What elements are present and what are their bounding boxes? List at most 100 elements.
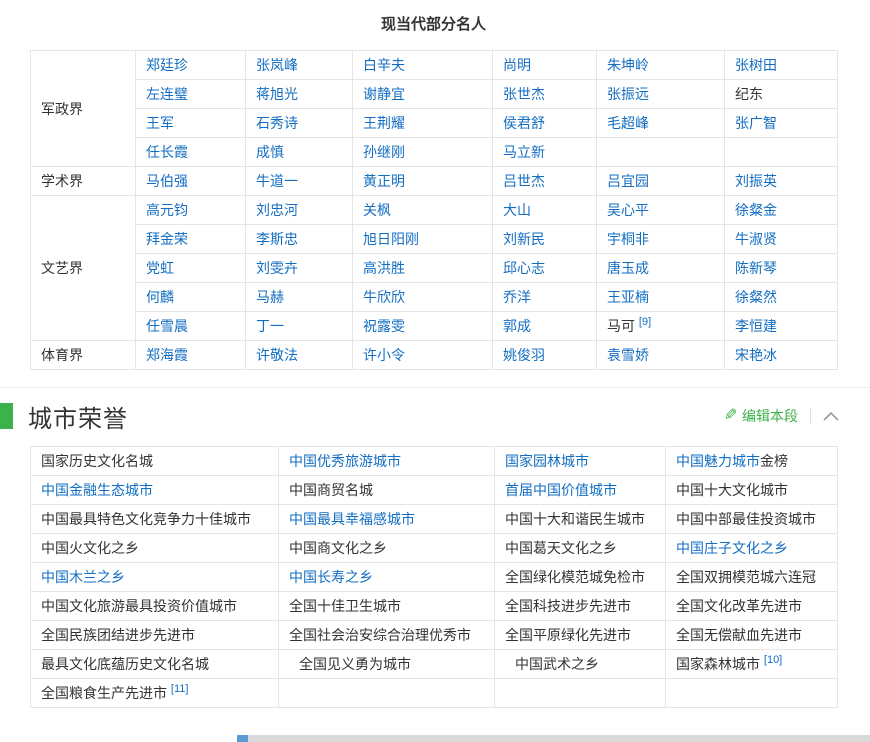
- person-link[interactable]: 牛道一: [256, 173, 298, 189]
- person-link[interactable]: 郭成: [503, 318, 531, 334]
- person-link[interactable]: 党虹: [146, 260, 174, 276]
- person-cell: 许小令: [353, 341, 493, 370]
- honor-text: 全国文化改革先进市: [676, 598, 802, 614]
- person-link[interactable]: 马赫: [256, 289, 284, 305]
- reference-link[interactable]: [10]: [764, 654, 782, 666]
- person-link[interactable]: 关枫: [363, 202, 391, 218]
- person-cell: 宋艳冰: [725, 341, 838, 370]
- person-link[interactable]: 马伯强: [146, 173, 188, 189]
- person-link[interactable]: 姚俊羽: [503, 347, 545, 363]
- person-link[interactable]: 李恒建: [735, 318, 777, 334]
- person-link[interactable]: 毛超峰: [607, 115, 649, 131]
- person-link[interactable]: 王荆耀: [363, 115, 405, 131]
- person-link[interactable]: 高元钧: [146, 202, 188, 218]
- person-link[interactable]: 吴心平: [607, 202, 649, 218]
- honor-link[interactable]: 中国长寿之乡: [289, 569, 373, 585]
- person-link[interactable]: 邱心志: [503, 260, 545, 276]
- edit-section-label: 编辑本段: [742, 406, 798, 426]
- person-link[interactable]: 郑海霞: [146, 347, 188, 363]
- honor-text: 全国十佳卫生城市: [289, 598, 401, 614]
- person-link[interactable]: 许小令: [363, 347, 405, 363]
- person-link[interactable]: 蒋旭光: [256, 86, 298, 102]
- person-link[interactable]: 张振远: [607, 86, 649, 102]
- person-link[interactable]: 牛欣欣: [363, 289, 405, 305]
- honor-cell: 全国平原绿化先进市: [495, 621, 666, 650]
- edit-section-link[interactable]: ✎ 编辑本段: [724, 406, 798, 426]
- person-link[interactable]: 吕世杰: [503, 173, 545, 189]
- person-link[interactable]: 石秀诗: [256, 115, 298, 131]
- person-link[interactable]: 徐粲然: [735, 289, 777, 305]
- section-divider: [0, 387, 870, 388]
- honor-link[interactable]: 国家园林城市: [505, 453, 589, 469]
- honor-text: 国家历史文化名城: [41, 453, 153, 469]
- person-link[interactable]: 郑廷珍: [146, 57, 188, 73]
- person-cell: 邱心志: [493, 254, 597, 283]
- person-link[interactable]: 侯君舒: [503, 115, 545, 131]
- person-link[interactable]: 许敬法: [256, 347, 298, 363]
- person-link[interactable]: 刘新民: [503, 231, 545, 247]
- person-link[interactable]: 孙继刚: [363, 144, 405, 160]
- honor-text: 中国十大和谐民生城市: [505, 511, 645, 527]
- person-link[interactable]: 张广智: [735, 115, 777, 131]
- person-link[interactable]: 张树田: [735, 57, 777, 73]
- person-link[interactable]: 成慎: [256, 144, 284, 160]
- person-link[interactable]: 唐玉成: [607, 260, 649, 276]
- person-cell: 乔洋: [493, 283, 597, 312]
- person-link[interactable]: 王亚楠: [607, 289, 649, 305]
- person-link[interactable]: 宋艳冰: [735, 347, 777, 363]
- person-link[interactable]: 陈新琴: [735, 260, 777, 276]
- honor-link[interactable]: 中国魅力城市: [676, 453, 760, 469]
- person-link[interactable]: 徐粲金: [735, 202, 777, 218]
- person-link[interactable]: 任长霞: [146, 144, 188, 160]
- person-link[interactable]: 牛淑贤: [735, 231, 777, 247]
- person-cell: 王军: [136, 109, 246, 138]
- person-link[interactable]: 马立新: [503, 144, 545, 160]
- person-link[interactable]: 祝露雯: [363, 318, 405, 334]
- person-link[interactable]: 尚明: [503, 57, 531, 73]
- honor-link[interactable]: 中国金融生态城市: [41, 482, 153, 498]
- person-link[interactable]: 黄正明: [363, 173, 405, 189]
- chevron-up-icon[interactable]: [823, 412, 839, 421]
- person-link[interactable]: 大山: [503, 202, 531, 218]
- person-cell: 祝露雯: [353, 312, 493, 341]
- person-link[interactable]: 朱坤岭: [607, 57, 649, 73]
- honor-link[interactable]: 中国木兰之乡: [41, 569, 125, 585]
- honor-link[interactable]: 中国庄子文化之乡: [676, 540, 788, 556]
- person-link[interactable]: 张世杰: [503, 86, 545, 102]
- honor-cell: 中国火文化之乡: [31, 534, 279, 563]
- honor-cell: 中国最具特色文化竞争力十佳城市: [31, 505, 279, 534]
- reference-link[interactable]: [9]: [639, 316, 651, 328]
- person-link[interactable]: 吕宜园: [607, 173, 649, 189]
- honor-link[interactable]: 中国优秀旅游城市: [289, 453, 401, 469]
- honor-link[interactable]: 首届中国价值城市: [505, 482, 617, 498]
- person-link[interactable]: 何麟: [146, 289, 174, 305]
- honor-cell: 中国长寿之乡: [279, 563, 495, 592]
- person-cell: 何麟: [136, 283, 246, 312]
- reference-link[interactable]: [11]: [171, 683, 189, 695]
- person-cell: 毛超峰: [597, 109, 725, 138]
- person-cell: 黄正明: [353, 167, 493, 196]
- person-link[interactable]: 旭日阳刚: [363, 231, 419, 247]
- person-link[interactable]: 高洪胜: [363, 260, 405, 276]
- person-link[interactable]: 张岚峰: [256, 57, 298, 73]
- person-link[interactable]: 刘振英: [735, 173, 777, 189]
- person-link[interactable]: 任雪晨: [146, 318, 188, 334]
- honor-link[interactable]: 中国最具幸福感城市: [289, 511, 415, 527]
- person-link[interactable]: 刘忠河: [256, 202, 298, 218]
- person-link[interactable]: 袁雪娇: [607, 347, 649, 363]
- person-link[interactable]: 左连璧: [146, 86, 188, 102]
- people-table: 军政界郑廷珍张岚峰白辛夫尚明朱坤岭张树田左连璧蒋旭光谢静宜张世杰张振远纪东王军石…: [30, 50, 838, 370]
- person-link[interactable]: 宇桐非: [607, 231, 649, 247]
- person-link[interactable]: 丁一: [256, 318, 284, 334]
- person-link[interactable]: 王军: [146, 115, 174, 131]
- person-link[interactable]: 拜金荣: [146, 231, 188, 247]
- person-link[interactable]: 刘雯卉: [256, 260, 298, 276]
- person-link[interactable]: 乔洋: [503, 289, 531, 305]
- person-link[interactable]: 李斯忠: [256, 231, 298, 247]
- person-cell: 张岚峰: [246, 51, 353, 80]
- person-link[interactable]: 谢静宜: [363, 86, 405, 102]
- person-cell: 石秀诗: [246, 109, 353, 138]
- people-row: 军政界郑廷珍张岚峰白辛夫尚明朱坤岭张树田: [31, 51, 838, 80]
- category-label: 文艺界: [31, 196, 136, 341]
- person-link[interactable]: 白辛夫: [363, 57, 405, 73]
